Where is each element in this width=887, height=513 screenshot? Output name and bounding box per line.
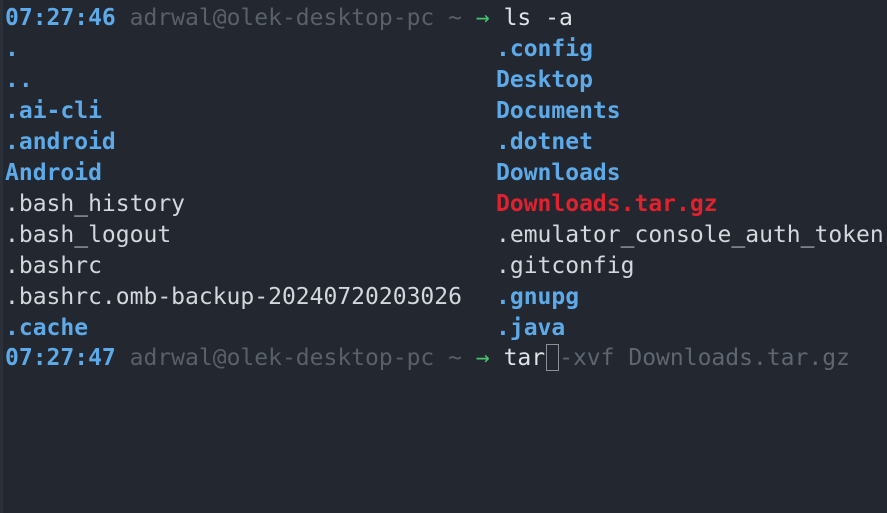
listing-entry: Downloads.tar.gz	[496, 191, 718, 217]
text-cursor	[546, 344, 560, 371]
prompt-arrow-icon: →	[475, 5, 490, 31]
listing-entry: Documents	[496, 98, 621, 124]
window-edge	[0, 0, 3, 513]
command-text: ls -a	[503, 5, 573, 31]
autosuggestion-text: -xvf Downloads.tar.gz	[559, 345, 850, 371]
prompt-line-1: 07:27:46 adrwal@olek-desktop-pc ~ → ls -…	[5, 3, 573, 34]
listing-entry: .emulator_console_auth_token	[496, 222, 884, 248]
listing-entry: .cache	[5, 315, 89, 341]
prompt-host: adrwal@olek-desktop-pc ~	[129, 345, 462, 371]
listing-entry: .	[5, 36, 19, 62]
listing-entry: .bash_history	[5, 191, 186, 217]
listing-entry: .ai-cli	[5, 98, 102, 124]
command-input[interactable]: tar	[504, 345, 546, 371]
listing-entry: .bash_logout	[5, 222, 172, 248]
listing-entry: .bashrc.omb-backup-20240720203026	[5, 284, 462, 310]
listing-entry: .dotnet	[496, 129, 593, 155]
listing-entry: Downloads	[496, 160, 621, 186]
listing-entry: .bashrc	[5, 253, 102, 279]
terminal-window[interactable]: 07:27:46 adrwal@olek-desktop-pc ~ → ls -…	[0, 0, 887, 513]
prompt-arrow-icon: →	[475, 345, 490, 371]
listing-entry: ..	[5, 67, 33, 93]
prompt-time: 07:27:46	[5, 5, 116, 31]
prompt-line-2[interactable]: 07:27:47 adrwal@olek-desktop-pc ~ → tar -…	[5, 343, 850, 374]
listing-entry: .java	[496, 315, 566, 341]
prompt-host: adrwal@olek-desktop-pc ~	[129, 5, 462, 31]
listing-entry: .gitconfig	[496, 253, 635, 279]
listing-entry: .gnupg	[496, 284, 580, 310]
listing-entry: .config	[496, 36, 593, 62]
prompt-time: 07:27:47	[5, 345, 116, 371]
listing-entry: .android	[5, 129, 116, 155]
listing-entry: Desktop	[496, 67, 593, 93]
listing-entry: Android	[5, 160, 102, 186]
